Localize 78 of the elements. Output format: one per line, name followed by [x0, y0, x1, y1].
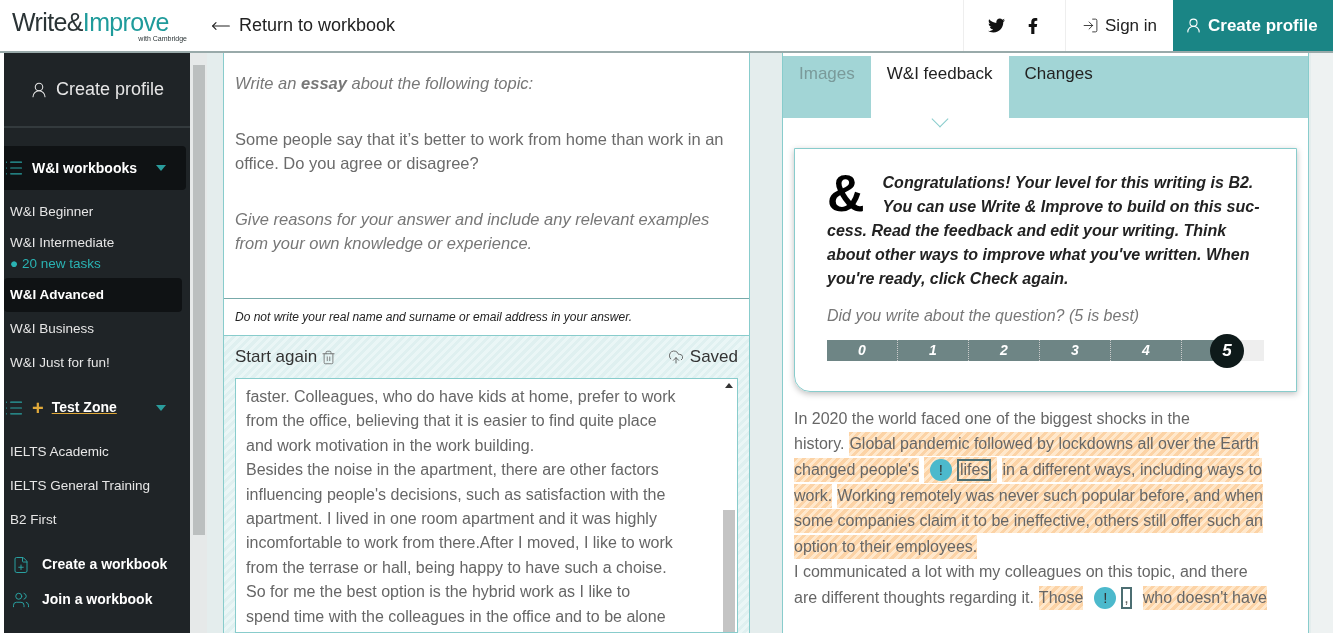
back-link[interactable]: Return to workbook: [211, 12, 396, 39]
error-word[interactable]: lifes: [956, 459, 992, 481]
tab[interactable]: W&I feedback: [870, 56, 1009, 118]
sign-in-icon: [1082, 17, 1099, 34]
cloud-icon: [667, 349, 684, 365]
error-marker[interactable]: !: [1094, 586, 1117, 609]
sidebar-action[interactable]: Create a workbook: [12, 554, 190, 576]
essay-line: So for me the best option is the hybrid work as I like to: [246, 582, 632, 603]
essay-text: In 2020 the world faced one of the biggest shocks in the: [794, 408, 1190, 429]
essay-text: I communicated a lot with my colleagues on this topic, and there: [794, 562, 1248, 583]
essay-line: from the office, believing that it is easier to find quite place: [246, 411, 658, 432]
feedback-message: about other ways to improve what you've written. When: [827, 245, 1251, 265]
file-plus-icon: [12, 555, 30, 574]
sidebar-item[interactable]: IELTS General Training: [4, 468, 182, 503]
error-word[interactable]: ,: [1121, 586, 1132, 609]
rating-point[interactable]: 3: [1040, 340, 1111, 361]
sidebar-item[interactable]: W&I Just for fun!: [4, 346, 182, 381]
essay-line: influencing people's decisions, such as satisfaction with the: [246, 484, 667, 505]
plus-icon: +: [32, 397, 44, 418]
rating-point[interactable]: 4: [1111, 340, 1182, 361]
page-scrollbar[interactable]: [1311, 53, 1333, 633]
caret-icon: [156, 404, 166, 411]
rating-point[interactable]: 0: [827, 340, 898, 361]
user-icon: [29, 80, 48, 99]
error-marker[interactable]: !: [929, 459, 952, 481]
group-title: W&I workbooks: [32, 158, 137, 178]
ampersand-logo: &: [827, 167, 865, 215]
group-title: Test Zone: [51, 398, 117, 417]
group-header[interactable]: + Test Zone: [4, 385, 186, 430]
create-profile-button[interactable]: Create profile: [1173, 0, 1333, 51]
sidebar-item[interactable]: B2 First: [4, 503, 182, 538]
scroll-up-icon: [725, 383, 733, 388]
twitter-icon[interactable]: [988, 17, 1005, 34]
essay-line: from the terrase or hall, being happy to have such a choise.: [246, 557, 668, 578]
essay-text: some companies claim it to be ineffective, others still offer such an: [794, 509, 1263, 534]
tab[interactable]: Changes: [1008, 56, 1109, 118]
task-guidance: Give reasons for your answer and include any relevant examples from your own knowledge or experience.: [235, 209, 711, 254]
essay-line: incomfortable to work from there.After I moved, I like to work: [246, 533, 674, 554]
essay-text: work.: [794, 483, 833, 508]
essay-line: Besides the noise in the apartment, there are other factors: [246, 460, 660, 481]
sidebar-item[interactable]: W&I Intermediate ● 20 new tasks: [4, 229, 182, 278]
essay-line: spend time with the colleagues in the office and to be alone: [246, 606, 667, 627]
rating-point[interactable]: 5: [1210, 334, 1244, 368]
essay-text: Working remotely was never such popular before, and when: [837, 483, 1263, 508]
essay-text: Those: [1038, 585, 1084, 610]
essay-text: history.: [794, 434, 845, 455]
sidebar-item[interactable]: W&I Beginner: [4, 195, 182, 230]
essay-line: faster. Colleagues, who do have kids at home, prefer to work: [246, 387, 677, 407]
essay-text: changed people's: [794, 458, 919, 482]
feedback-message: you're ready, click Check again.: [827, 269, 1070, 289]
user-icon: [1185, 17, 1202, 34]
scrollbar[interactable]: [190, 53, 207, 633]
essay-text: Global pandemic followed by lockdowns all over the Earth: [849, 432, 1259, 457]
group-header[interactable]: W&I workbooks: [4, 146, 186, 190]
essay-text: option to their employees.: [794, 534, 978, 559]
sidebar-action[interactable]: Join a workbook: [12, 589, 190, 611]
feedback-message: Congratulations! Your level for this writing is B2.: [882, 173, 1255, 193]
sidebar-item[interactable]: W&I Advanced: [4, 277, 182, 312]
save-status: Saved: [667, 344, 738, 370]
rating-point[interactable]: 1: [898, 340, 969, 361]
people-icon: [12, 590, 30, 609]
trash-icon: [321, 349, 337, 365]
essay-text: are different thoughts regarding it.: [794, 587, 1034, 608]
start-again-button[interactable]: Start again: [235, 344, 337, 370]
essay-line: and work motivation in the work building.: [246, 435, 536, 456]
essay-field[interactable]: [235, 378, 738, 633]
feedback-message: cess. Read the feedback and edit your writing. Think: [827, 221, 1228, 241]
essay-text: who doesn't have: [1142, 585, 1267, 610]
task-instruction: Write an essay about the following topic:: [235, 73, 535, 94]
rating-question: Did you write about the question? (5 is best): [827, 306, 1141, 326]
task-topic: Some people say that it’s better to work from home than work in an office. Do you agree or disagree?: [235, 129, 725, 174]
caret-icon: [156, 165, 166, 171]
sidebar-item[interactable]: IELTS Academic: [4, 434, 182, 469]
feedback-message: You can use Write & Improve to build on this suc-: [882, 197, 1260, 217]
essay-line: apartment. I lived in one room apartment and it was highly: [246, 509, 658, 530]
rating-point[interactable]: 2: [969, 340, 1040, 361]
essay-text: in a different ways, including ways to: [1002, 458, 1262, 482]
sidebar-item[interactable]: W&I Business: [4, 312, 182, 347]
